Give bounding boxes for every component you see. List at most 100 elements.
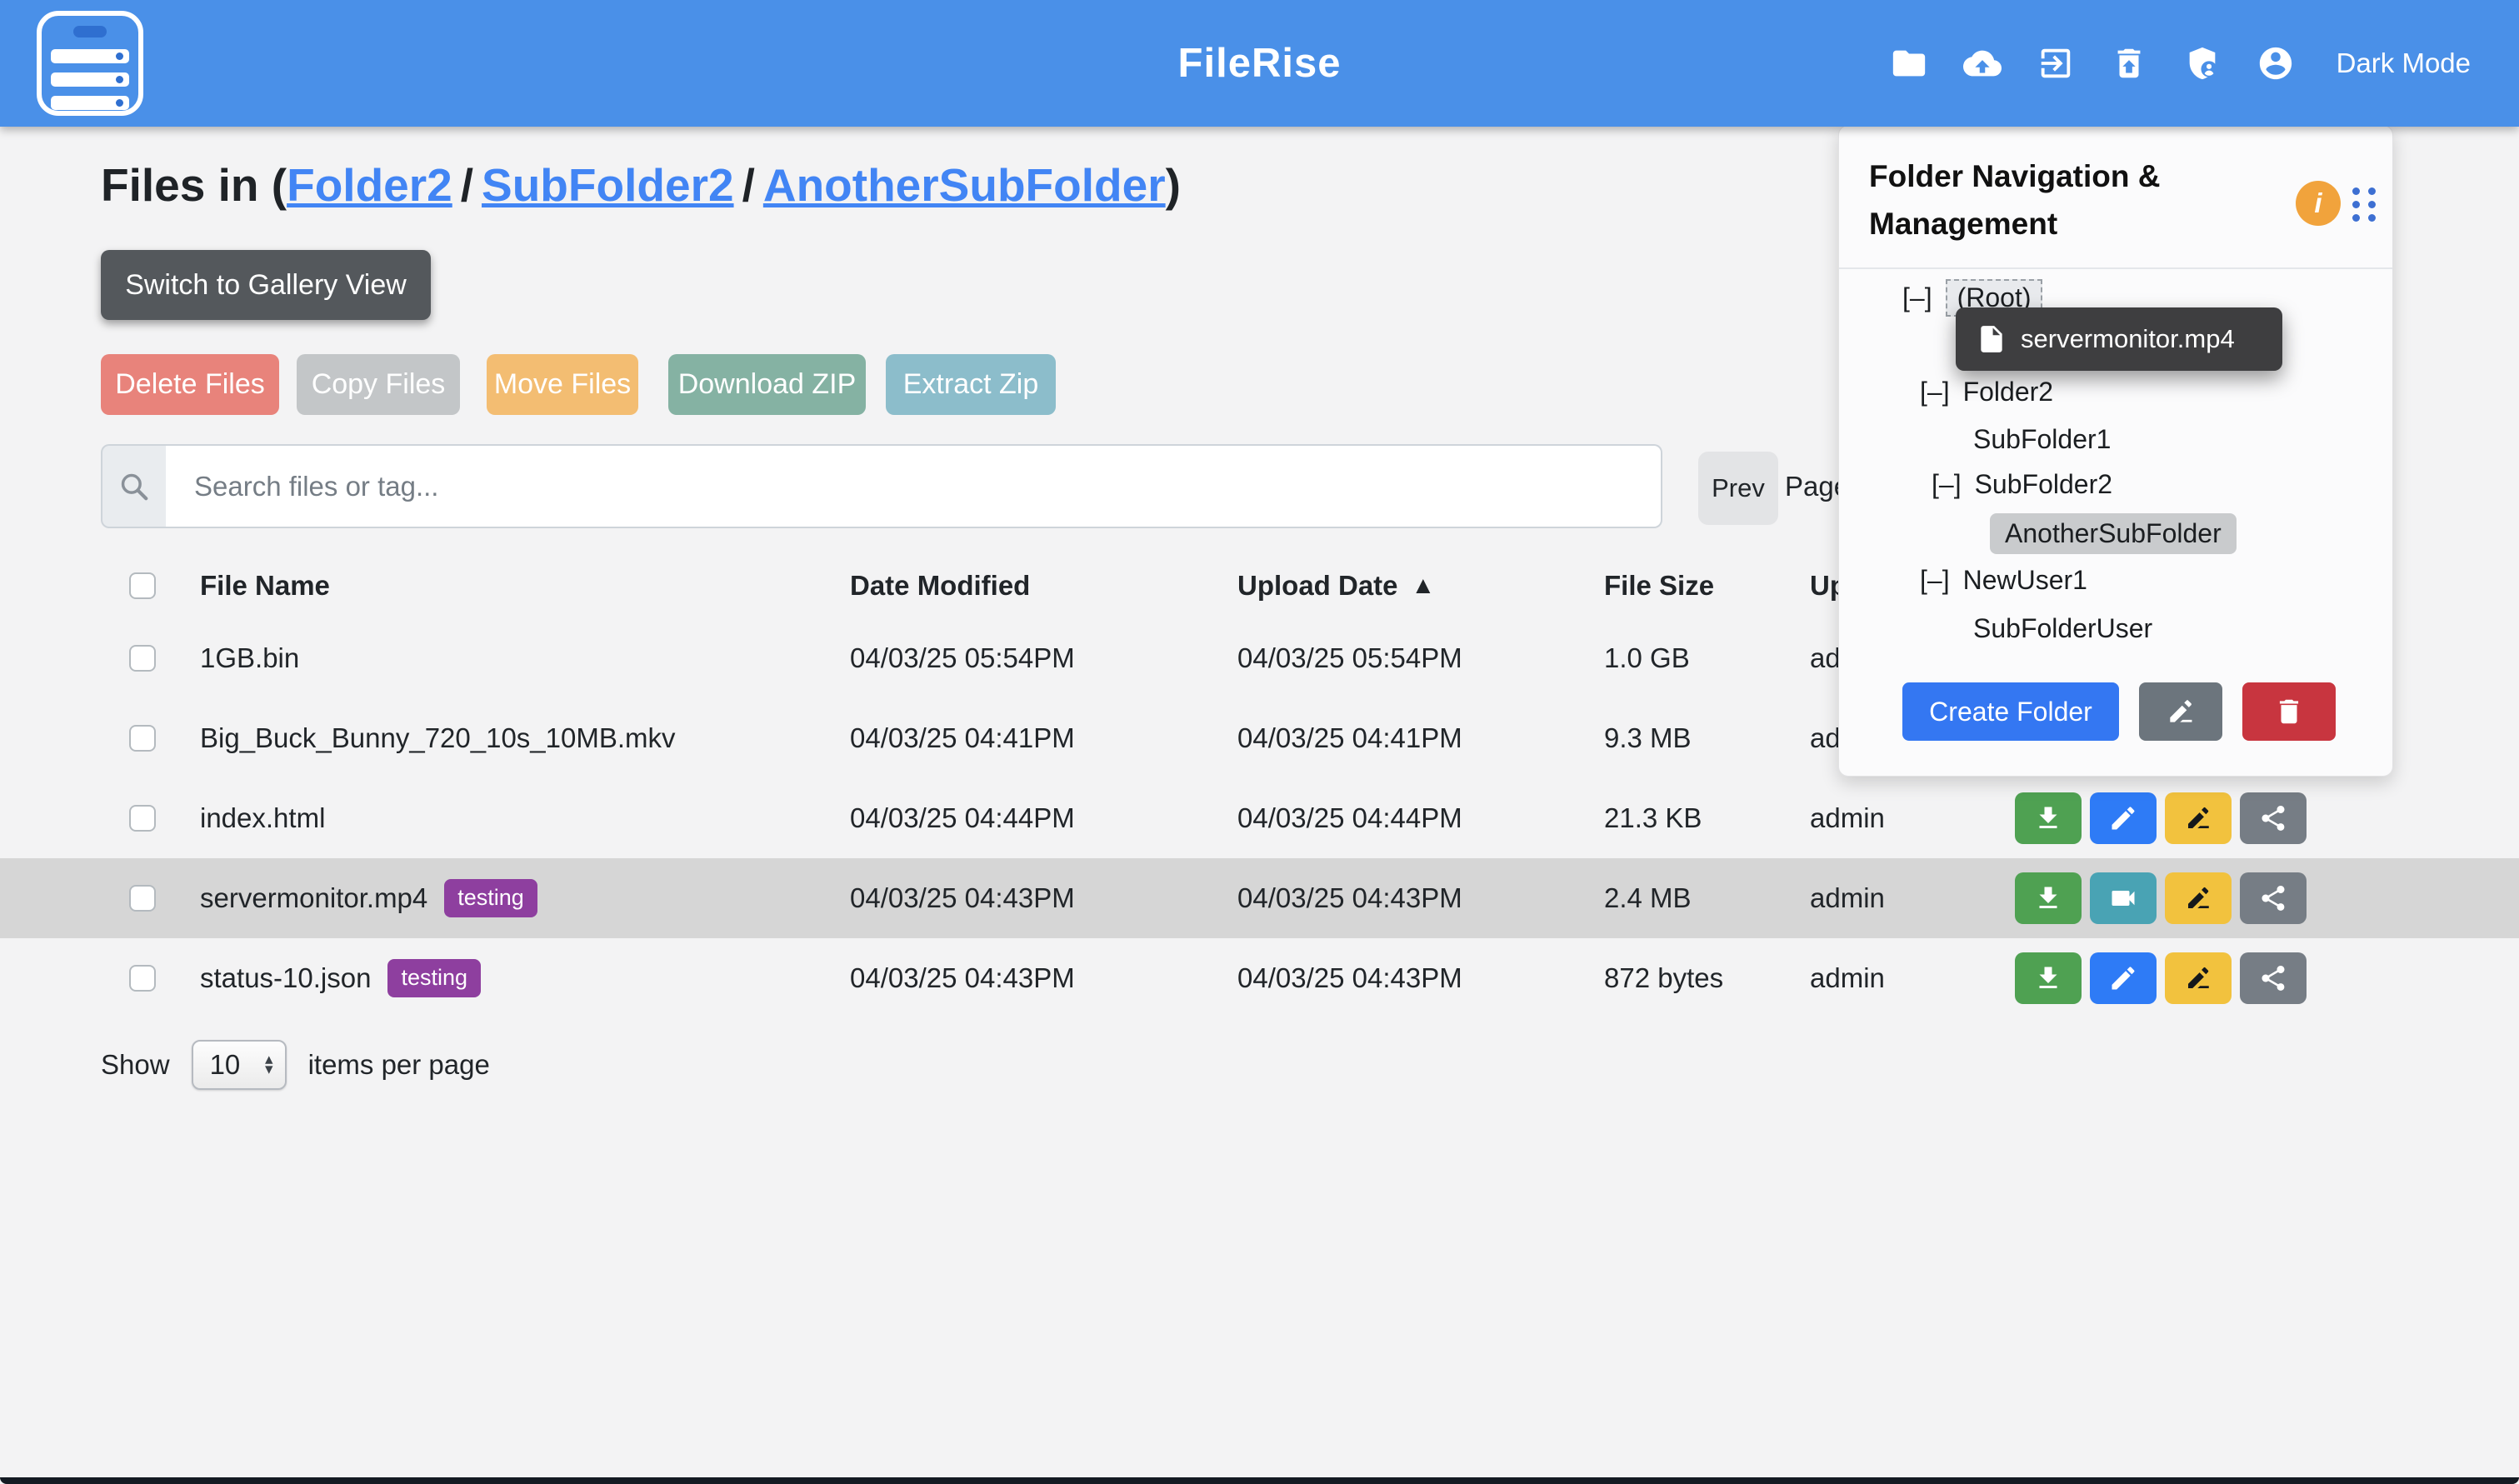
date-modified-cell: 04/03/25 05:54PM bbox=[850, 618, 1075, 698]
upload-date-cell: 04/03/25 04:43PM bbox=[1237, 858, 1462, 938]
rename-tag-button[interactable] bbox=[2165, 952, 2232, 1004]
tree-item-subfolderuser[interactable]: SubFolderUser bbox=[1973, 605, 2152, 652]
share-file-button[interactable] bbox=[2240, 792, 2307, 844]
account-circle-icon[interactable] bbox=[2257, 44, 2295, 82]
row-checkbox[interactable] bbox=[129, 805, 156, 832]
logout-icon[interactable] bbox=[2037, 44, 2075, 82]
rename-tag-button[interactable] bbox=[2165, 872, 2232, 924]
breadcrumb-prefix: Files in ( bbox=[101, 159, 287, 211]
breadcrumb-link-folder2[interactable]: Folder2 bbox=[287, 159, 452, 211]
edit-file-button[interactable] bbox=[2090, 952, 2157, 1004]
show-label: Show bbox=[101, 1049, 170, 1081]
tree-item-subfolder2[interactable]: [–] SubFolder2 bbox=[1932, 461, 2112, 507]
breadcrumb-link-subfolder2[interactable]: SubFolder2 bbox=[482, 159, 734, 211]
items-per-page-select[interactable]: 10 ▴▾ bbox=[192, 1040, 287, 1090]
breadcrumb-link-anothersubfolder[interactable]: AnotherSubFolder bbox=[763, 159, 1166, 211]
upload-date-cell: 04/03/25 05:54PM bbox=[1237, 618, 1462, 698]
tree-toggle[interactable]: [–] bbox=[1932, 469, 1962, 500]
top-bar: FileRise Dark Mode bbox=[0, 0, 2519, 127]
row-checkbox[interactable] bbox=[129, 965, 156, 992]
folder-icon[interactable] bbox=[1890, 44, 1928, 82]
tree-item-folder2[interactable]: [–] Folder2 bbox=[1920, 368, 2053, 415]
select-arrows-icon: ▴▾ bbox=[265, 1055, 273, 1075]
file-size-cell: 21.3 KB bbox=[1604, 778, 1702, 858]
restore-trash-icon[interactable] bbox=[2110, 44, 2148, 82]
search-input[interactable] bbox=[166, 444, 1662, 528]
delete-folder-button[interactable] bbox=[2242, 682, 2336, 741]
uploader-cell: admin bbox=[1810, 858, 1885, 938]
date-modified-cell: 04/03/25 04:43PM bbox=[850, 938, 1075, 1018]
column-header-file-name[interactable]: File Name bbox=[200, 550, 330, 622]
select-all-checkbox[interactable] bbox=[129, 572, 156, 599]
row-checkbox[interactable] bbox=[129, 725, 156, 752]
extract-zip-button[interactable]: Extract Zip bbox=[886, 354, 1056, 415]
download-file-button[interactable] bbox=[2015, 792, 2082, 844]
file-size-cell: 1.0 GB bbox=[1604, 618, 1690, 698]
window-bottom-edge bbox=[0, 1477, 2519, 1484]
folder-navigation-panel: Folder Navigation & Management i [–] (Ro… bbox=[1838, 125, 2393, 777]
drag-ghost-tooltip: servermonitor.mp4 bbox=[1956, 307, 2282, 371]
panel-divider bbox=[1839, 267, 2392, 269]
copy-files-button[interactable]: Copy Files bbox=[297, 354, 460, 415]
column-header-file-size[interactable]: File Size bbox=[1604, 550, 1714, 622]
admin-shield-icon[interactable] bbox=[2183, 44, 2222, 82]
tree-label-subfolderuser[interactable]: SubFolderUser bbox=[1973, 613, 2152, 644]
tree-toggle[interactable]: [–] bbox=[1920, 377, 1950, 407]
column-header-upload-date[interactable]: Upload Date▲ bbox=[1237, 550, 1435, 622]
tree-toggle[interactable]: [–] bbox=[1920, 565, 1950, 596]
uploader-cell: admin bbox=[1810, 938, 1885, 1018]
drag-handle-icon[interactable] bbox=[2352, 187, 2376, 222]
trash-icon bbox=[2273, 696, 2305, 727]
breadcrumb-separator: / bbox=[734, 159, 763, 211]
file-name-cell: status-10.jsontesting bbox=[200, 938, 481, 1018]
tag-badge: testing bbox=[387, 959, 481, 997]
move-files-button[interactable]: Move Files bbox=[487, 354, 638, 415]
play-video-button[interactable] bbox=[2090, 872, 2157, 924]
create-folder-button[interactable]: Create Folder bbox=[1902, 682, 2119, 741]
tree-item-subfolder1[interactable]: SubFolder1 bbox=[1973, 416, 2111, 462]
info-icon[interactable]: i bbox=[2296, 181, 2341, 226]
row-checkbox[interactable] bbox=[129, 885, 156, 912]
tree-label-newuser1[interactable]: NewUser1 bbox=[1963, 565, 2087, 596]
file-name-cell: 1GB.bin bbox=[200, 618, 299, 698]
rename-tag-button[interactable] bbox=[2165, 792, 2232, 844]
table-row-selected[interactable]: servermonitor.mp4testing 04/03/25 04:43P… bbox=[0, 858, 2519, 938]
file-icon bbox=[1976, 323, 2007, 355]
row-checkbox[interactable] bbox=[129, 645, 156, 672]
file-name-cell: index.html bbox=[200, 778, 325, 858]
tree-label-subfolder2[interactable]: SubFolder2 bbox=[1975, 469, 2112, 500]
breadcrumb-separator: / bbox=[452, 159, 482, 211]
share-file-button[interactable] bbox=[2240, 952, 2307, 1004]
upload-date-cell: 04/03/25 04:41PM bbox=[1237, 698, 1462, 778]
tree-label-anothersubfolder[interactable]: AnotherSubFolder bbox=[1990, 513, 2237, 554]
tree-toggle[interactable]: [–] bbox=[1902, 282, 1932, 313]
dark-mode-toggle[interactable]: Dark Mode bbox=[2337, 47, 2471, 79]
share-file-button[interactable] bbox=[2240, 872, 2307, 924]
switch-gallery-view-button[interactable]: Switch to Gallery View bbox=[101, 250, 431, 320]
file-name-cell: Big_Buck_Bunny_720_10s_10MB.mkv bbox=[200, 698, 676, 778]
prev-page-button[interactable]: Prev bbox=[1698, 452, 1778, 525]
breadcrumb: Files in (Folder2/SubFolder2/AnotherSubF… bbox=[101, 158, 1181, 212]
tree-item-newuser1[interactable]: [–] NewUser1 bbox=[1920, 557, 2087, 603]
tree-item-anothersubfolder[interactable]: AnotherSubFolder bbox=[1990, 510, 2237, 557]
tree-label-folder2[interactable]: Folder2 bbox=[1963, 377, 2054, 407]
download-file-button[interactable] bbox=[2015, 952, 2082, 1004]
table-row[interactable]: index.html 04/03/25 04:44PM 04/03/25 04:… bbox=[0, 778, 2519, 858]
file-size-cell: 9.3 MB bbox=[1604, 698, 1692, 778]
search-addon bbox=[101, 444, 167, 528]
tree-label-subfolder1[interactable]: SubFolder1 bbox=[1973, 424, 2111, 455]
date-modified-cell: 04/03/25 04:44PM bbox=[850, 778, 1075, 858]
download-zip-button[interactable]: Download ZIP bbox=[668, 354, 866, 415]
drag-ghost-label: servermonitor.mp4 bbox=[2021, 324, 2235, 354]
file-size-cell: 2.4 MB bbox=[1604, 858, 1692, 938]
delete-files-button[interactable]: Delete Files bbox=[101, 354, 279, 415]
edit-file-button[interactable] bbox=[2090, 792, 2157, 844]
folder-panel-title: Folder Navigation & Management bbox=[1869, 152, 2269, 247]
table-row[interactable]: status-10.jsontesting 04/03/25 04:43PM 0… bbox=[0, 938, 2519, 1018]
column-header-date-modified[interactable]: Date Modified bbox=[850, 550, 1030, 622]
download-file-button[interactable] bbox=[2015, 872, 2082, 924]
rename-folder-button[interactable] bbox=[2139, 682, 2222, 741]
cloud-upload-icon[interactable] bbox=[1963, 44, 2002, 82]
items-per-page-label: items per page bbox=[308, 1049, 490, 1081]
tag-badge: testing bbox=[444, 879, 537, 917]
